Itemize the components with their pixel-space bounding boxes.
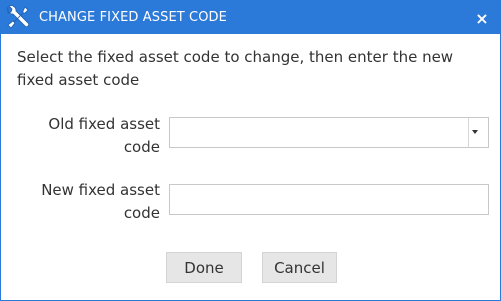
change-fixed-asset-code-dialog: CHANGE FIXED ASSET CODE × Select the fix…: [0, 0, 501, 301]
select-divider: [468, 118, 469, 147]
old-code-select[interactable]: [169, 117, 489, 148]
new-code-label: New fixed asset code: [41, 181, 160, 222]
close-icon: ×: [475, 8, 489, 28]
instruction-text: Select the fixed asset code to change, t…: [17, 48, 454, 89]
old-code-label: Old fixed asset code: [48, 115, 160, 156]
tools-icon: [4, 5, 30, 31]
new-code-input[interactable]: [169, 184, 489, 215]
dialog-titlebar: CHANGE FIXED ASSET CODE ×: [1, 1, 500, 34]
dialog-title: CHANGE FIXED ASSET CODE: [39, 10, 227, 25]
close-button[interactable]: ×: [471, 7, 493, 29]
cancel-button[interactable]: Cancel: [262, 252, 337, 283]
chevron-down-icon[interactable]: [472, 130, 478, 134]
done-button[interactable]: Done: [166, 252, 242, 283]
